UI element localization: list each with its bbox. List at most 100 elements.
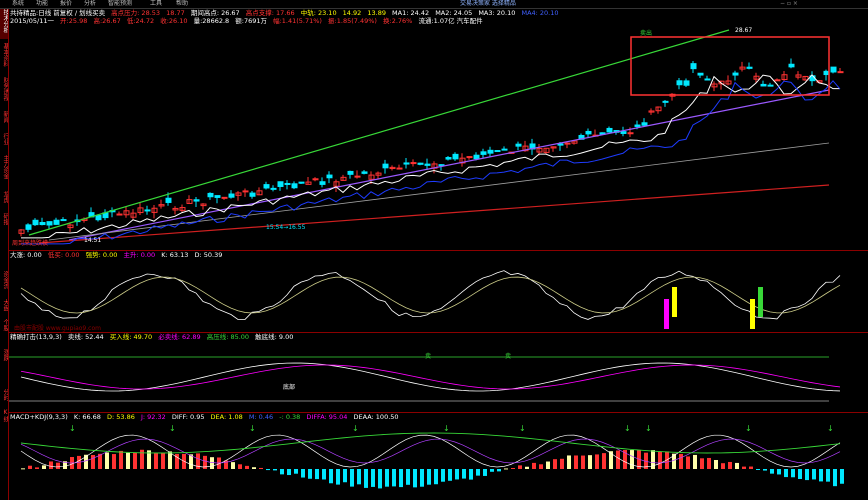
sidebar-tab-stock[interactable]: 个股 [0,319,8,335]
macd-bar [434,469,438,485]
precision-strike-panel[interactable] [9,341,868,411]
menu-tools[interactable]: 工具 [150,0,162,8]
candle-body [263,184,270,189]
sidebar-tab-capital[interactable]: 主力资金 [0,155,8,185]
down-arrow-icon: ↓ [645,424,652,433]
candle-body [214,195,221,198]
menu-analysis[interactable]: 分析 [84,0,96,8]
sidebar-tab-research[interactable]: 研报 [0,213,8,229]
info-high: 高:26.67 [93,17,121,25]
macd-bar [406,469,410,485]
macd-bar [581,455,585,469]
watermark: 由股市配股 www.gupiao9.com [14,325,101,332]
menu-system[interactable]: 系统 [12,0,24,8]
macd-bar [315,469,319,480]
macd-bar [364,469,368,488]
info-amplitude: 振:1.85(7.49%) [328,17,377,25]
menu-quote[interactable]: 报价 [60,0,72,8]
sidebar-tab-news[interactable]: 新闻 [0,111,8,127]
candle-body [319,181,326,185]
macd-kdj-panel[interactable]: ↓ ↓ ↓ ↓ ↓ ↓ ↓ ↓ ↓ ↓ [9,421,868,500]
candle-body [620,131,627,134]
sidebar-tab-intraday[interactable]: 分时 [0,389,8,405]
macd-bar [791,469,795,478]
macd-bar [700,458,704,469]
low-price-label: 14.51 [84,237,102,244]
macd-bar [301,469,305,478]
candle-body [585,130,592,135]
macd-bar [728,461,732,469]
sub1-value: 主升: 0.00 [123,251,156,259]
macd-bar [679,453,683,469]
candle-body [410,162,417,165]
kdj-d-line [20,276,841,314]
candle-body [417,162,424,165]
macd-bar [763,469,767,471]
macd-bar [42,465,46,469]
candle-body [641,122,648,126]
candle-body [361,171,368,174]
candle-body [424,163,431,166]
candle-body [445,157,452,160]
candle-body [767,84,774,87]
candle-body [347,170,354,175]
candle-body [326,174,333,179]
sidebar-tab-change[interactable]: 涨跌 [0,349,8,365]
sidebar-tab-flow[interactable]: 资金流 [0,271,8,295]
macd-bar [602,453,606,469]
macd-bar [483,469,487,476]
down-arrow-icon: ↓ [169,424,176,433]
sidebar-tab-tech[interactable]: 技术分析 [0,9,8,39]
sidebar-tab-kline[interactable]: K线 [0,409,8,425]
sub2-mark: 卖 [505,353,512,360]
info-open: 开:25.98 [60,17,88,25]
bottom-note: 周到来趋跌模 [12,240,49,247]
sidebar-tab-market[interactable]: 大盘 [0,299,8,315]
macd-bar [518,465,522,469]
menu-function[interactable]: 功能 [36,0,48,8]
macd-bar [455,469,459,480]
high-price-label: 28.67 [735,27,753,34]
candle-body [193,199,200,202]
macd-bar [371,469,375,487]
price-chart[interactable] [9,25,868,250]
macd-bar [812,469,816,480]
macd-bar [448,469,452,481]
menu-predict[interactable]: 智能预测 [108,0,132,8]
candle-body [39,221,46,226]
sidebar-tab-industry[interactable]: 行业 [0,133,8,149]
sidebar-tab-dragon[interactable]: 龙虎 [0,191,8,207]
sub1-d: D: 50.39 [194,251,223,259]
signal-bar [672,287,677,317]
sidebar-tab-basic[interactable]: 基本资料 [0,43,8,73]
left-sidebar: 技术分析 基本资料 财务透视 新闻 行业 主力资金 龙虎 研报 资金流 大盘 个… [0,9,9,500]
macd-bar [609,451,613,469]
info-value: 高点支撑: 17.66 [245,9,295,17]
sidebar-tab-finance[interactable]: 财务透视 [0,77,8,107]
info-low: 低:24.72 [126,17,155,25]
candle-body [291,183,298,189]
macd-bar [266,469,270,471]
info-change: 幅:1.41(5.71%) [273,17,322,25]
ma-line-white [21,74,841,239]
window-controls[interactable]: − ▫ × [780,0,798,8]
candle-body [242,190,249,193]
candle-body [354,175,361,178]
candle-body [249,192,256,197]
macd-bar [840,469,844,484]
sub2-mark: 卖 [425,353,432,360]
candle-body [690,63,697,70]
info-value: 18.77 [166,9,185,17]
candle-body [46,221,53,226]
macd-bar [287,469,291,476]
candle-body [473,154,480,160]
macd-bar [735,462,739,469]
window-title: 交易决策家 选择精品 [460,0,516,7]
menu-help[interactable]: 帮助 [176,0,188,8]
candle-body [697,72,704,76]
macd-bar [252,467,256,469]
info-value: MA4: 20.10 [521,9,559,17]
info-float: 流通:1.07亿 汽车配件 [418,17,483,25]
sub3-value: DEAA: 100.50 [353,413,399,421]
kdj-panel[interactable] [9,259,868,331]
